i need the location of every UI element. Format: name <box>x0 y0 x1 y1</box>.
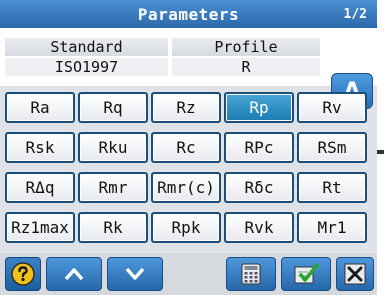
side-marker <box>377 150 384 154</box>
param-button[interactable]: Rt <box>297 172 367 203</box>
param-button[interactable]: Ra <box>5 92 75 123</box>
standard-label: Standard <box>5 38 168 56</box>
param-button[interactable]: Rq <box>78 92 148 123</box>
param-button[interactable]: Mr1 <box>297 212 367 243</box>
close-button[interactable] <box>336 257 374 291</box>
screen-title: Parameters <box>137 4 240 24</box>
param-button[interactable]: Rmr <box>78 172 148 203</box>
param-button[interactable]: Rc <box>151 132 221 163</box>
close-icon <box>344 263 366 285</box>
param-button[interactable]: Rsk <box>5 132 75 163</box>
scroll-up-button[interactable] <box>46 257 102 291</box>
param-button[interactable]: Rmr(c) <box>151 172 221 203</box>
question-mark-icon <box>11 262 35 286</box>
confirm-button[interactable] <box>281 257 331 291</box>
param-button[interactable]: Rv <box>297 92 367 123</box>
help-button[interactable] <box>5 257 41 291</box>
calculator-icon <box>241 263 261 285</box>
chevron-up-icon <box>64 268 84 281</box>
page-indicator: 1/2 <box>343 7 367 22</box>
bottom-toolbar <box>0 253 377 295</box>
param-button[interactable]: Rpk <box>151 212 221 243</box>
param-button[interactable]: Rvk <box>224 212 294 243</box>
param-button[interactable]: Rz1max <box>5 212 75 243</box>
param-button[interactable]: Rp <box>224 92 294 123</box>
param-button[interactable]: Rδc <box>224 172 294 203</box>
profile-value: R <box>172 58 320 76</box>
info-panel: Standard Profile ISO1997 R A <box>0 28 377 109</box>
calculator-button[interactable] <box>226 257 276 291</box>
parameter-grid: Ra Rq Rz Rp Rv Rsk Rku Rc RPc RSm RΔq Rmr Rmr(c) Rδc R… <box>5 92 367 243</box>
chevron-down-icon <box>125 267 145 280</box>
param-button[interactable]: Rk <box>78 212 148 243</box>
param-button[interactable]: RSm <box>297 132 367 163</box>
scroll-down-button[interactable] <box>107 257 163 291</box>
parameters-screen: Parameters 1/2 Standard Profile ISO1997 … <box>0 0 377 295</box>
param-button[interactable]: Rku <box>78 132 148 163</box>
profile-label: Profile <box>172 38 320 56</box>
standard-value: ISO1997 <box>5 58 168 76</box>
title-bar: Parameters 1/2 <box>0 0 377 28</box>
param-button[interactable]: Rz <box>151 92 221 123</box>
param-button[interactable]: RPc <box>224 132 294 163</box>
checkmark-icon <box>294 263 319 284</box>
param-button[interactable]: RΔq <box>5 172 75 203</box>
